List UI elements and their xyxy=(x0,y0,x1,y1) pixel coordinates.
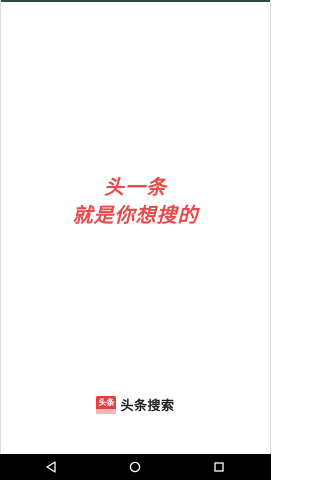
screen-edge-right xyxy=(270,0,271,454)
brand-name: 头条搜索 xyxy=(120,399,175,414)
app-logo-text: 头条 xyxy=(98,397,115,407)
screen-edge-left xyxy=(0,0,1,454)
recents-button[interactable] xyxy=(212,460,226,474)
back-triangle-icon xyxy=(46,461,56,473)
app-logo: 头条 xyxy=(96,395,117,414)
app-logo-stripe xyxy=(96,408,117,414)
home-button[interactable] xyxy=(128,460,142,474)
splash-screen: 头一条 就是你想搜的 头条 头条搜索 xyxy=(0,0,271,454)
brand-footer: 头条 头条搜索 xyxy=(0,395,271,414)
back-button[interactable] xyxy=(44,460,58,474)
home-circle-icon xyxy=(129,461,141,473)
system-navigation-bar xyxy=(0,454,271,480)
slogan-line-2: 就是你想搜的 xyxy=(72,203,199,227)
slogan-line-1: 头一条 xyxy=(104,175,167,199)
recents-square-icon xyxy=(214,462,224,472)
status-bar-strip xyxy=(0,0,271,2)
